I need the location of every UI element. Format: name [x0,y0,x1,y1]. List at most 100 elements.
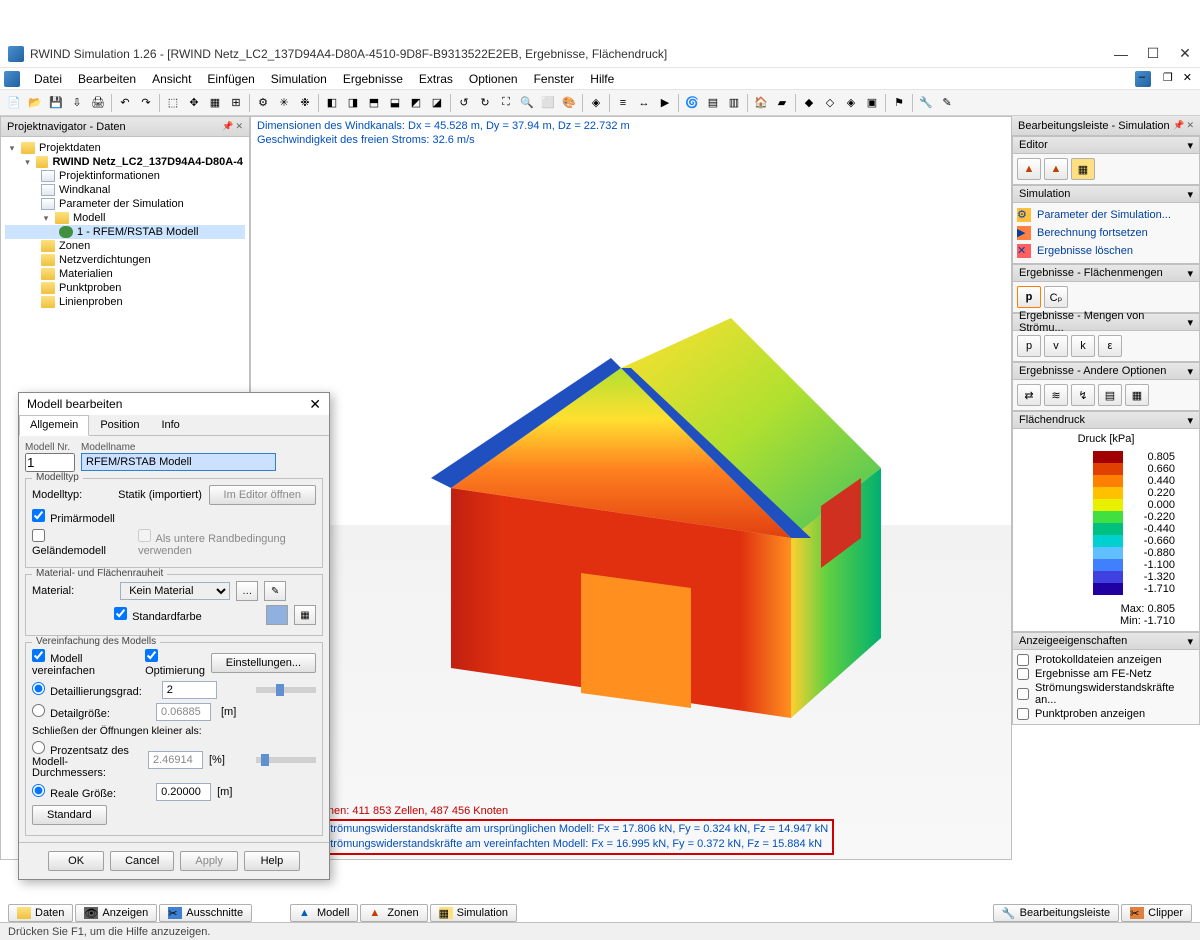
tab-ausschnitte[interactable]: ✂Ausschnitte [159,904,252,922]
menu-datei[interactable]: Datei [26,70,70,88]
settings-button[interactable]: Einstellungen... [211,653,316,673]
mdi-minimize[interactable]: – [1135,71,1151,87]
menu-hilfe[interactable]: Hilfe [582,70,622,88]
menu-ergebnisse[interactable]: Ergebnisse [335,70,411,88]
ok-button[interactable]: OK [48,851,104,871]
menu-extras[interactable]: Extras [411,70,461,88]
primary-checkbox[interactable]: Primärmodell [32,509,115,525]
view-right-icon[interactable]: ◨ [343,93,363,113]
editor-btn-3[interactable]: ▦ [1071,158,1095,180]
export-icon[interactable]: ⇩ [67,93,87,113]
tab-clipper[interactable]: ✂Clipper [1121,904,1192,922]
tree-modell[interactable]: ▾Modell [5,211,245,225]
color-grid-button[interactable]: ▦ [294,605,316,625]
editor-btn-1[interactable]: ▲ [1017,158,1041,180]
display-drag-forces[interactable]: Strömungswiderstandskräfte an... [1017,682,1195,706]
real-size-radio[interactable]: Reale Größe: [32,784,116,800]
material-new-button[interactable]: ✎ [264,581,286,601]
mesh-icon[interactable]: ▤ [703,93,723,113]
house-icon[interactable]: 🏠 [751,93,771,113]
editor-section-header[interactable]: Editor▾ [1012,136,1200,154]
select-icon[interactable]: ⬚ [163,93,183,113]
other-4-btn[interactable]: ▤ [1098,384,1122,406]
tree-netzverdichtungen[interactable]: Netzverdichtungen [5,253,245,267]
view-iso-icon[interactable]: ◪ [427,93,447,113]
print-icon[interactable]: 🖨 [88,93,108,113]
result-p-btn[interactable]: p [1017,286,1041,308]
other-1-btn[interactable]: ⇄ [1017,384,1041,406]
tree-project[interactable]: ▾RWIND Netz_LC2_137D94A4-D80A-4 [5,155,245,169]
view-bottom-icon[interactable]: ⬓ [385,93,405,113]
cancel-button[interactable]: Cancel [110,851,174,871]
simulation-section-header[interactable]: Simulation▾ [1012,185,1200,203]
tab-simulation[interactable]: ▦Simulation [430,904,517,922]
tree-windkanal[interactable]: Windkanal [5,183,245,197]
tab-zonen[interactable]: ▲Zonen [360,904,427,922]
material-select[interactable]: Kein Material [120,582,230,600]
extra2-icon[interactable]: ◇ [820,93,840,113]
view-left-icon[interactable]: ◧ [322,93,342,113]
pressure-header[interactable]: Flächendruck▾ [1012,411,1200,429]
menu-fenster[interactable]: Fenster [526,70,583,88]
undo-icon[interactable]: ↶ [115,93,135,113]
model-name-input[interactable] [81,453,276,471]
menu-simulation[interactable]: Simulation [263,70,335,88]
color-swatch[interactable] [266,605,288,625]
run-icon[interactable]: ▶ [655,93,675,113]
simplify-checkbox[interactable]: Modell vereinfachen [32,649,121,677]
tab-daten[interactable]: Daten [8,904,73,922]
detail-grade-radio[interactable]: Detaillierungsgrad: [32,682,142,698]
flow-v-btn[interactable]: v [1044,335,1068,357]
standard-button[interactable]: Standard [32,805,107,825]
panel-close-icon[interactable]: ✕ [1186,120,1194,131]
apply-button[interactable]: Apply [180,851,238,871]
dialog-tab-position[interactable]: Position [89,415,150,435]
dialog-tab-info[interactable]: Info [150,415,190,435]
default-color-checkbox[interactable]: Standardfarbe [114,607,202,623]
results-flow-header[interactable]: Ergebnisse - Mengen von Strömu...▾ [1012,313,1200,331]
cube-icon[interactable]: ◈ [586,93,606,113]
gear-icon[interactable]: ⚙ [253,93,273,113]
maximize-button[interactable]: ☐ [1146,47,1160,61]
view-top-icon[interactable]: ⬒ [364,93,384,113]
mdi-restore[interactable]: ❐ [1159,71,1177,87]
gear3-icon[interactable]: ❉ [295,93,315,113]
display-props-header[interactable]: Anzeigeeigenschaften▾ [1012,632,1200,650]
tree-simparams[interactable]: Parameter der Simulation [5,197,245,211]
tree-model-1[interactable]: 1 - RFEM/RSTAB Modell [5,225,245,239]
rotate-left-icon[interactable]: ↺ [454,93,474,113]
new-icon[interactable]: 📄 [4,93,24,113]
results-other-header[interactable]: Ergebnisse - Andere Optionen▾ [1012,362,1200,380]
detail-grade-input[interactable] [162,681,217,699]
opening-slider[interactable] [256,757,316,763]
results-icon[interactable]: ▥ [724,93,744,113]
move-icon[interactable]: ✥ [184,93,204,113]
detail-slider[interactable] [256,687,316,693]
flow-p-btn[interactable]: p [1017,335,1041,357]
close-button[interactable]: ✕ [1178,47,1192,61]
view-front-icon[interactable]: ◩ [406,93,426,113]
open-icon[interactable]: 📂 [25,93,45,113]
terrain-checkbox[interactable]: Geländemodell [32,529,112,557]
palette-icon[interactable]: 🎨 [559,93,579,113]
zoom-area-icon[interactable]: ⬜ [538,93,558,113]
material-browse-button[interactable]: … [236,581,258,601]
minimize-button[interactable]: — [1114,47,1128,61]
tab-bearbeitungsleiste[interactable]: 🔧Bearbeitungsleiste [993,904,1120,922]
snap-icon[interactable]: ⊞ [226,93,246,113]
menu-ansicht[interactable]: Ansicht [144,70,199,88]
sim-params-link[interactable]: ⚙Parameter der Simulation... [1017,207,1195,223]
save-icon[interactable]: 💾 [46,93,66,113]
layers-icon[interactable]: ≡ [613,93,633,113]
surface-icon[interactable]: ▰ [772,93,792,113]
pin-icon[interactable]: 📌 [1173,120,1184,131]
extra3-icon[interactable]: ◈ [841,93,861,113]
menu-einfuegen[interactable]: Einfügen [199,70,262,88]
percent-radio[interactable]: Prozentsatz des Modell-Durchmessers: [32,741,142,779]
flag-icon[interactable]: ⚑ [889,93,909,113]
other-3-btn[interactable]: ↯ [1071,384,1095,406]
rotate-right-icon[interactable]: ↻ [475,93,495,113]
tool2-icon[interactable]: ✎ [937,93,957,113]
help-button[interactable]: Help [244,851,300,871]
display-protocol[interactable]: Protokolldateien anzeigen [1017,654,1195,666]
